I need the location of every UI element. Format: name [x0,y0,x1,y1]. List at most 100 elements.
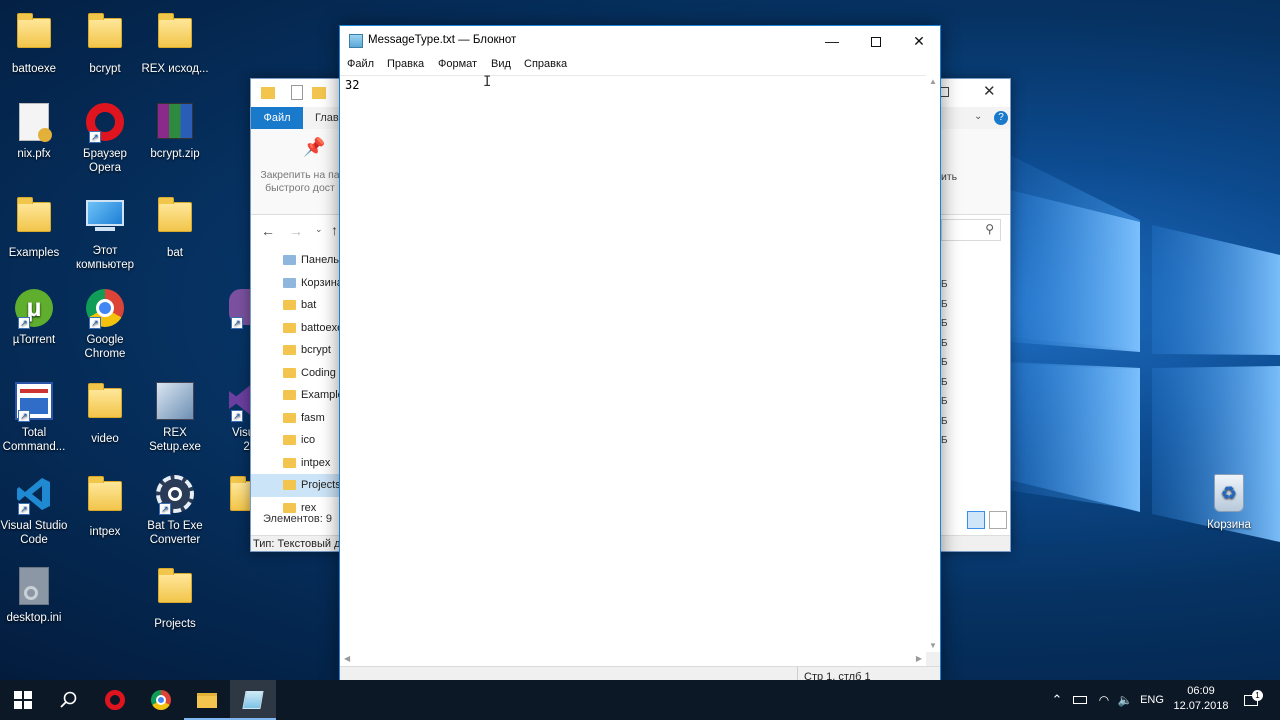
desktop-icon-label: bat [167,247,183,259]
desktop-icon-nix-pfx[interactable]: nix.pfx [0,103,71,161]
resize-corner[interactable] [926,652,940,666]
text-editor-area[interactable]: 32 I [340,74,926,652]
desktop-icon-label: bcrypt [89,63,121,75]
tree-item[interactable]: battoexe [281,317,343,340]
menu-format[interactable]: Формат [438,58,477,70]
tree-item[interactable]: ico [281,429,341,452]
size-unit-label: Б [941,298,948,310]
taskbar-opera[interactable] [92,680,138,720]
desktop-icon-bcrypt-zip[interactable]: bcrypt.zip [138,103,212,161]
size-unit-label: Б [941,318,948,329]
desktop-icon-bcrypt[interactable]: bcrypt [68,12,142,76]
tree-item-label: bat [301,299,317,311]
tree-item[interactable]: Projects [251,474,341,497]
menu-view[interactable]: Вид [491,58,511,70]
desktop-icon-label: REX исход... [141,63,209,75]
scroll-right-icon[interactable]: ▶ [916,654,922,663]
maximize-button[interactable] [854,26,898,56]
close-button[interactable]: ✕ [983,82,996,100]
clock-date: 12.07.2018 [1173,700,1229,712]
tree-item[interactable]: Панель [281,249,341,272]
notification-count: 1 [1252,690,1263,701]
details-view-button[interactable] [967,511,985,529]
desktop-icon-chrome[interactable]: ↗ Google Chrome [68,289,142,361]
notepad-titlebar[interactable]: MessageType.txt — Блокнот — ✕ [340,26,940,56]
scroll-up-icon[interactable]: ▲ [929,77,937,86]
desktop-icon-label: REX Setup.exe [149,427,201,453]
search-box[interactable]: ⚲ [941,219,1001,241]
back-arrow-icon[interactable]: ← [261,223,275,239]
desktop-icon-video[interactable]: video [68,382,142,446]
desktop-icon-utorrent[interactable]: µ ↗ µTorrent [0,289,71,347]
desktop-icon-rex-source[interactable]: REX исход... [138,12,212,76]
desktop-icon-bat[interactable]: bat [138,196,212,260]
folder-icon [17,197,51,232]
clock[interactable]: 06:09 12.07.2018 [1170,684,1232,714]
desktop-icon-desktop-ini[interactable]: desktop.ini [0,567,71,625]
folder-icon [88,13,122,48]
desktop-icon-this-pc[interactable]: Этот компьютер [68,196,142,272]
tiles-view-button[interactable] [989,511,1007,529]
volume-icon[interactable]: 🔈 [1116,680,1134,720]
show-hidden-icons[interactable]: ⌃ [1048,680,1066,720]
desktop-icon-battoexe[interactable]: battoexe [0,12,71,76]
menu-help[interactable]: Справка [524,58,567,70]
close-button[interactable]: ✕ [897,26,941,56]
tab-file[interactable]: Файл [251,107,303,129]
start-button[interactable] [0,680,46,720]
scroll-down-icon[interactable]: ▼ [929,641,937,650]
expand-ribbon-icon[interactable]: ⌄ [974,111,982,122]
desktop-icon-rex-setup[interactable]: REX Setup.exe [138,382,212,454]
menu-edit[interactable]: Правка [387,58,424,70]
desktop-icon-label: Bat To Exe Converter [147,520,203,546]
wifi-icon[interactable]: ◠ [1094,680,1114,720]
scroll-left-icon[interactable]: ◀ [344,654,350,663]
tree-item[interactable]: bcrypt [281,339,341,362]
desktop-icon-opera[interactable]: ↗ Браузер Opera [68,103,142,175]
tree-item[interactable]: intpex [281,452,341,475]
tree-item-label: fasm [301,411,325,424]
search-button[interactable] [46,680,92,720]
desktop-icon-intpex[interactable]: intpex [68,475,142,539]
menu-file[interactable]: Файл [347,58,374,70]
battery-icon[interactable] [1070,680,1090,720]
horizontal-scrollbar[interactable]: ◀ ▶ [340,652,926,666]
desktop-icon-bat-to-exe[interactable]: ↗ Bat To Exe Converter [138,475,212,547]
language-indicator[interactable]: ENG [1138,680,1166,720]
desktop-icon-projects[interactable]: Projects [138,567,212,631]
desktop-icon-recycle-bin[interactable]: ♻ Корзина [1192,474,1266,532]
tree-item[interactable]: Корзина [281,272,343,295]
tree-item[interactable]: bat [281,294,341,317]
folder-icon [283,480,296,490]
help-icon[interactable]: ? [994,111,1008,125]
pin-to-quick-access-label[interactable]: Закрепить на па быстрого дост [257,169,343,195]
desktop-icon-examples[interactable]: Examples [0,196,71,260]
up-arrow-icon[interactable]: ↑ [331,222,338,238]
desktop-icon-total-commander[interactable]: ↗ Total Command... [0,382,71,454]
vertical-scrollbar[interactable]: ▲ ▼ [926,75,940,652]
shortcut-arrow-icon: ↗ [159,503,171,515]
notepad-window[interactable]: MessageType.txt — Блокнот — ✕ Файл Правк… [339,25,941,687]
taskbar-notepad[interactable] [230,680,276,720]
tree-item[interactable]: fasm [281,407,341,430]
installer-icon [156,382,194,420]
desktop-icon-vscode[interactable]: ↗ Visual Studio Code [0,475,71,547]
notification-center-button[interactable]: 1 [1236,680,1266,720]
pin-icon[interactable]: 📌 [303,137,325,158]
forward-arrow-icon[interactable]: → [289,223,303,239]
tree-item-label: rex [301,501,317,514]
taskbar-file-explorer[interactable] [184,680,230,720]
minimize-button[interactable]: — [810,26,854,56]
properties-icon[interactable] [291,85,303,100]
recent-dropdown-icon[interactable]: ⌄ [315,224,323,235]
window-title: MessageType.txt — Блокнот [368,34,517,46]
folder-icon [261,87,275,99]
tree-item[interactable]: Coding [281,362,341,385]
taskbar-chrome[interactable] [138,680,184,720]
search-icon: ⚲ [985,222,994,236]
tree-item-label: Example [301,389,344,401]
tree-item[interactable]: Example [281,384,344,407]
desktop-icon-label: nix.pfx [17,148,51,160]
settings-file-icon [19,567,49,605]
new-folder-icon[interactable] [312,87,326,99]
